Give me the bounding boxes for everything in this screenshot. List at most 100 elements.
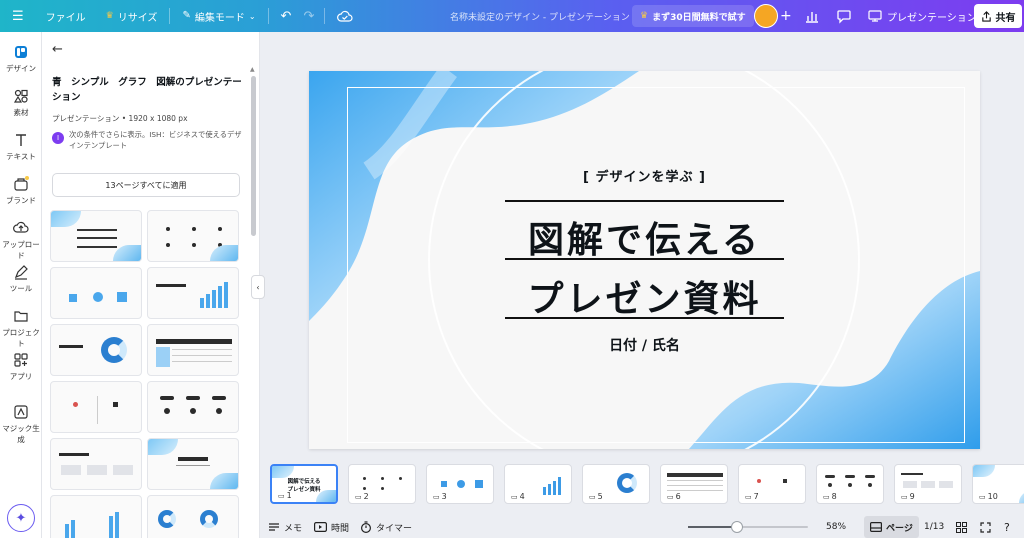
free-trial-button[interactable]: ♛ まず30日間無料で試す: [632, 5, 754, 27]
duration-button[interactable]: 時間: [314, 516, 349, 538]
rail-item-text[interactable]: テキスト: [0, 132, 42, 162]
rail-item-elements[interactable]: 素材: [0, 88, 42, 118]
template-panel: ← 青 シンプル グラフ 図解のプレゼンテーション プレゼンテーション • 19…: [42, 32, 260, 538]
help-button[interactable]: ?: [1004, 516, 1010, 538]
rail-label: 素材: [13, 108, 29, 117]
scroll-up-icon[interactable]: ▲: [250, 66, 255, 73]
rail-item-upload[interactable]: アップロード: [0, 220, 42, 261]
page-thumbnail-3[interactable]: ▭ 3: [426, 464, 494, 504]
template-thumbnail[interactable]: [50, 210, 142, 262]
collapse-panel-button[interactable]: ‹: [251, 275, 265, 299]
elements-icon: [13, 89, 28, 103]
condition-text: 次の条件でさらに表示。ISH：ビジネスで使えるデザインテンプレート: [69, 130, 242, 150]
creator-condition[interactable]: I 次の条件でさらに表示。ISH：ビジネスで使えるデザインテンプレート: [52, 129, 242, 151]
page-thumbnail-9[interactable]: ▭ 9: [894, 464, 962, 504]
help-icon: ?: [1004, 520, 1010, 534]
divider: [324, 8, 326, 24]
arrow-left-icon: ←: [52, 42, 63, 57]
template-thumbnail[interactable]: [147, 381, 239, 433]
page-thumbnail-7[interactable]: ▭ 7: [738, 464, 806, 504]
page-number: ▭ 3: [431, 492, 449, 501]
notes-button[interactable]: メモ: [268, 516, 302, 538]
template-thumbnail[interactable]: [50, 381, 142, 433]
zoom-level[interactable]: 58%: [826, 516, 846, 538]
slide-date-name[interactable]: 日付 / 氏名: [309, 335, 980, 355]
sparkle-icon: ✦: [15, 510, 27, 526]
template-thumbnail[interactable]: [147, 267, 239, 319]
slide-title-line2[interactable]: プレゼン資料: [309, 270, 980, 322]
page-number: ▭ 1: [276, 491, 294, 500]
expand-icon: [980, 521, 991, 533]
slide-title-line1[interactable]: 図解で伝える: [309, 211, 980, 263]
magic-assistant-button[interactable]: ✦: [7, 504, 35, 532]
rail-item-projects[interactable]: プロジェクト: [0, 308, 42, 349]
duration-label: 時間: [331, 523, 350, 534]
rail-item-tools[interactable]: ツール: [0, 264, 42, 294]
page-counter: 1/13: [924, 516, 944, 538]
template-meta: プレゼンテーション • 1920 x 1080 px: [52, 114, 188, 123]
rail-label: アップロード: [2, 240, 40, 260]
present-button[interactable]: プレゼンテーション: [862, 5, 983, 27]
back-button[interactable]: ←: [52, 42, 63, 57]
chevron-left-icon: ‹: [256, 282, 260, 292]
folder-icon: [14, 311, 28, 322]
insights-button[interactable]: [804, 8, 820, 27]
page-thumbnail-2[interactable]: ▭ 2: [348, 464, 416, 504]
plus-icon: +: [780, 8, 792, 24]
template-thumbnail[interactable]: [147, 210, 239, 262]
template-thumbnail[interactable]: [50, 438, 142, 490]
resize-button[interactable]: ♛ リサイズ: [94, 0, 166, 32]
rail-label: テキスト: [6, 152, 36, 161]
timer-button[interactable]: タイマー: [360, 516, 412, 538]
zoom-slider-handle[interactable]: [731, 521, 744, 533]
timer-label: タイマー: [376, 523, 413, 534]
share-button[interactable]: 共有: [974, 4, 1022, 28]
title-rule-bottom: [505, 317, 784, 319]
upload-icon: [13, 221, 29, 233]
grid-view-button[interactable]: [956, 516, 967, 538]
page-thumbnail-8[interactable]: ▭ 8: [816, 464, 884, 504]
page-number: ▭ 10: [977, 492, 1000, 501]
page-thumbnail-4[interactable]: ▭ 4: [504, 464, 572, 504]
add-collaborator-button[interactable]: +: [780, 0, 792, 32]
file-menu[interactable]: ファイル: [32, 0, 94, 32]
page-number: ▭ 4: [509, 492, 527, 501]
template-thumbnail[interactable]: [50, 495, 142, 538]
page-filmstrip: 図解で伝える プレゼン資料 ▭ 1 ▭ 2 ▭ 3 ▭ 4 ▭ 5 ▭ 6 ▭ 7: [266, 460, 1024, 510]
title-rule-top: [505, 200, 784, 202]
rail-label: デザイン: [6, 64, 36, 73]
template-thumbnail[interactable]: [147, 438, 239, 490]
page-thumbnail-5[interactable]: ▭ 5: [582, 464, 650, 504]
document-title[interactable]: 名称未設定のデザイン - プレゼンテーション: [450, 0, 630, 32]
page-thumbnail-10[interactable]: ▭ 10: [972, 464, 1024, 504]
rail-item-magic-generate[interactable]: マジック生成: [0, 404, 42, 445]
redo-button[interactable]: ↷: [297, 0, 320, 32]
edit-mode-dropdown[interactable]: ✎ 編集モード ⌄: [174, 0, 263, 32]
pages-view-button[interactable]: ページ: [864, 516, 919, 538]
comments-button[interactable]: [836, 8, 852, 27]
cloud-save-button[interactable]: [329, 0, 361, 32]
thumb-title-a: 図解で伝える: [287, 479, 321, 485]
template-thumbnail[interactable]: [147, 324, 239, 376]
menu-button[interactable]: ☰: [0, 0, 32, 32]
fullscreen-button[interactable]: [980, 516, 991, 538]
page-thumbnail-6[interactable]: ▭ 6: [660, 464, 728, 504]
rail-label: ブランド: [6, 196, 36, 205]
slide-subtitle[interactable]: [ デザインを学ぶ ]: [309, 166, 980, 185]
pages-label: ページ: [886, 523, 913, 534]
rail-label: ツール: [9, 284, 33, 293]
template-thumbnail[interactable]: [50, 324, 142, 376]
slide-canvas[interactable]: [ デザインを学ぶ ] 図解で伝える プレゼン資料 日付 / 氏名: [309, 71, 980, 449]
undo-button[interactable]: ↶: [273, 0, 298, 32]
template-thumbnail[interactable]: [147, 495, 239, 538]
page-thumbnail-1[interactable]: 図解で伝える プレゼン資料 ▭ 1: [270, 464, 338, 504]
rail-item-apps[interactable]: アプリ: [0, 352, 42, 382]
rail-item-brand[interactable]: ブランド: [0, 176, 42, 206]
template-thumbnail[interactable]: [50, 267, 142, 319]
apply-all-pages-button[interactable]: 13ページすべてに適用: [52, 173, 240, 197]
avatar[interactable]: [754, 4, 778, 28]
bar-chart-icon: [806, 12, 818, 23]
left-rail: デザイン 素材 テキスト ブランド アップロード ツール プロジェクト アプリ …: [0, 32, 42, 538]
rail-item-design[interactable]: デザイン: [0, 44, 42, 74]
panel-scrollbar[interactable]: [251, 76, 256, 236]
